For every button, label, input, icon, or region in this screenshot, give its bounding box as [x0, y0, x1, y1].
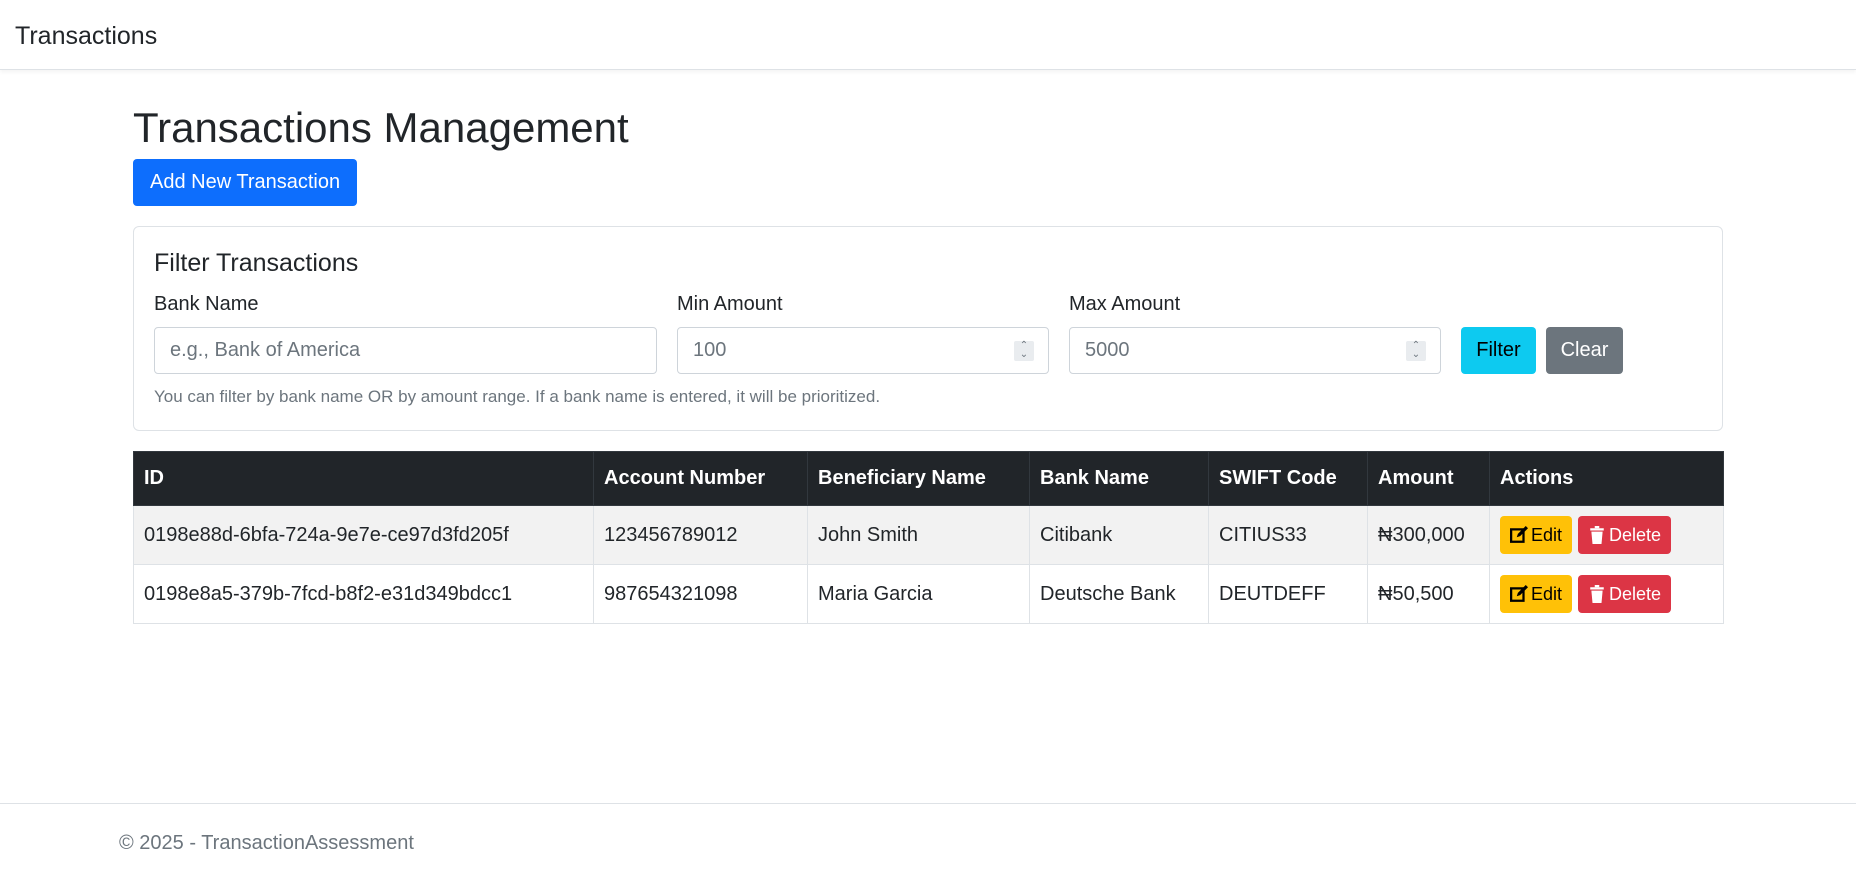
edit-label: Edit [1531, 525, 1563, 545]
cell-account-number: 123456789012 [593, 505, 808, 565]
edit-label: Edit [1531, 584, 1563, 604]
edit-icon [1510, 585, 1528, 602]
navbar: Transactions [0, 0, 1856, 70]
max-amount-input[interactable]: 5000 ⌃ ⌄ [1069, 327, 1441, 374]
header-id: ID [133, 451, 594, 506]
max-amount-spinner-icon[interactable]: ⌃ ⌄ [1406, 341, 1426, 361]
min-amount-input[interactable]: 100 ⌃ ⌄ [677, 327, 1049, 374]
add-transaction-button[interactable]: Add New Transaction [133, 159, 358, 206]
cell-beneficiary-name: Maria Garcia [807, 564, 1030, 624]
delete-button[interactable]: Delete [1578, 575, 1672, 613]
cell-account-number: 987654321098 [593, 564, 808, 624]
clear-button[interactable]: Clear [1546, 327, 1623, 374]
page-title: Transactions Management [133, 104, 629, 151]
cell-swift-code: DEUTDEFF [1208, 564, 1368, 624]
header-actions: Actions [1489, 451, 1724, 506]
table-header-row: ID Account Number Beneficiary Name Bank … [133, 451, 1724, 506]
footer: © 2025 - TransactionAssessment [0, 803, 1856, 878]
cell-actions: Edit Delete [1489, 505, 1724, 565]
min-amount-value: 100 [693, 339, 727, 361]
bank-name-input[interactable]: e.g., Bank of America [154, 327, 657, 374]
header-bank-name: Bank Name [1029, 451, 1209, 506]
max-amount-value: 5000 [1085, 339, 1130, 361]
bank-name-label: Bank Name [154, 293, 259, 315]
cell-swift-code: CITIUS33 [1208, 505, 1368, 565]
navbar-brand[interactable]: Transactions [15, 22, 157, 51]
table-row: 0198e88d-6bfa-724a-9e7e-ce97d3fd205f 123… [133, 505, 1724, 565]
header-amount: Amount [1367, 451, 1490, 506]
cell-id: 0198e8a5-379b-7fcd-b8f2-e31d349bdcc1 [133, 564, 594, 624]
min-amount-label: Min Amount [677, 293, 783, 315]
filter-card: Filter Transactions Bank Name e.g., Bank… [133, 226, 1723, 431]
filter-button[interactable]: Filter [1461, 327, 1536, 374]
delete-button[interactable]: Delete [1578, 516, 1672, 554]
edit-button[interactable]: Edit [1500, 516, 1573, 554]
cell-bank-name: Deutsche Bank [1029, 564, 1209, 624]
main-content: Transactions Management Add New Transact… [133, 100, 1724, 624]
cell-actions: Edit Delete [1489, 564, 1724, 624]
filter-title: Filter Transactions [154, 249, 359, 277]
bank-name-placeholder: e.g., Bank of America [170, 339, 361, 361]
cell-bank-name: Citibank [1029, 505, 1209, 565]
header-beneficiary-name: Beneficiary Name [807, 451, 1030, 506]
trash-icon [1590, 585, 1604, 603]
max-amount-label: Max Amount [1069, 293, 1181, 315]
filter-help-text: You can filter by bank name OR by amount… [154, 387, 881, 406]
delete-label: Delete [1609, 584, 1662, 604]
trash-icon [1590, 526, 1604, 544]
cell-id: 0198e88d-6bfa-724a-9e7e-ce97d3fd205f [133, 505, 594, 565]
edit-icon [1510, 526, 1528, 543]
transactions-table: ID Account Number Beneficiary Name Bank … [133, 451, 1724, 624]
delete-label: Delete [1609, 525, 1662, 545]
header-account-number: Account Number [593, 451, 808, 506]
cell-beneficiary-name: John Smith [807, 505, 1030, 565]
header-swift-code: SWIFT Code [1208, 451, 1368, 506]
footer-text: © 2025 - TransactionAssessment [119, 832, 414, 854]
table-row: 0198e8a5-379b-7fcd-b8f2-e31d349bdcc1 987… [133, 564, 1724, 624]
min-amount-spinner-icon[interactable]: ⌃ ⌄ [1014, 341, 1034, 361]
edit-button[interactable]: Edit [1500, 575, 1573, 613]
cell-amount: ₦50,500 [1367, 564, 1490, 624]
cell-amount: ₦300,000 [1367, 505, 1490, 565]
